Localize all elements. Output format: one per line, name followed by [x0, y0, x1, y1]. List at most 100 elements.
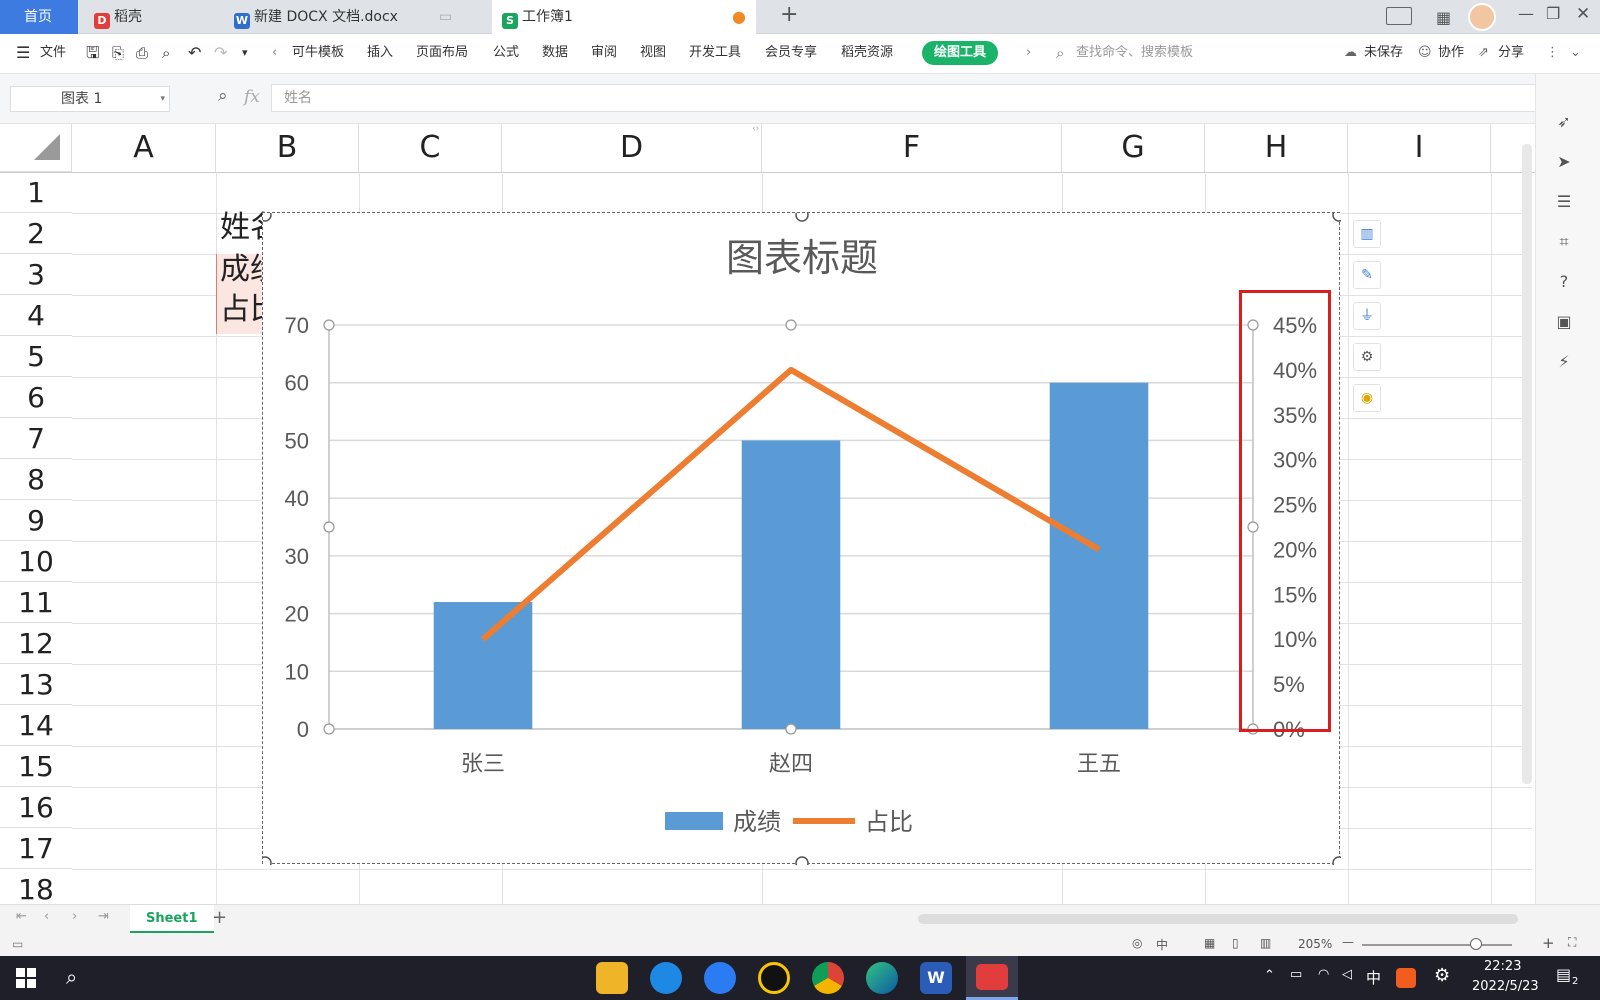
- search-taskbar-icon[interactable]: ⌕: [66, 965, 77, 989]
- chrome-icon[interactable]: [812, 962, 844, 994]
- row-header-1[interactable]: 1: [0, 172, 72, 213]
- menu-item-review[interactable]: 审阅: [591, 34, 617, 72]
- row-header-16[interactable]: 16: [0, 787, 72, 828]
- lightning-icon[interactable]: ⚡: [1552, 350, 1576, 374]
- macro-icon[interactable]: ▭: [12, 937, 23, 951]
- drawing-tools-tab[interactable]: 绘图工具: [922, 41, 999, 65]
- print-icon[interactable]: ⎙: [136, 34, 148, 72]
- redo-icon[interactable]: ↷: [214, 34, 227, 72]
- close-icon[interactable]: ✕: [1576, 4, 1590, 24]
- menu-item-view[interactable]: 视图: [640, 34, 666, 72]
- crop-icon[interactable]: ⌗: [1552, 230, 1576, 254]
- minimize-icon[interactable]: —: [1518, 4, 1534, 23]
- wps-icon[interactable]: [966, 956, 1018, 1000]
- row-header-12[interactable]: 12: [0, 623, 72, 664]
- row-header-7[interactable]: 7: [0, 418, 72, 459]
- row-header-18[interactable]: 18: [0, 869, 72, 904]
- sheet-tab-sheet1[interactable]: Sheet1: [130, 905, 214, 933]
- col-header-g[interactable]: G: [1062, 124, 1205, 172]
- menu-item-template[interactable]: 可牛模板: [292, 34, 344, 72]
- page-view-icon[interactable]: ▯: [1232, 936, 1239, 950]
- row-header-2[interactable]: 2: [0, 213, 72, 254]
- spreadsheet-grid[interactable]: A B C D F G H I ‹› 1 2 3 4 5 6 7 8 9 10 11 12 13 14 15…: [0, 124, 1535, 904]
- volume-icon[interactable]: ◁: [1342, 967, 1352, 982]
- row-header-10[interactable]: 10: [0, 541, 72, 582]
- edge-icon[interactable]: [866, 962, 898, 994]
- row-header-5[interactable]: 5: [0, 336, 72, 377]
- tab-workbook[interactable]: S 工作簿1 ●: [492, 0, 756, 34]
- combo-chart[interactable]: 图表标题0102030405060700%5%10%15%20%25%30%35…: [263, 213, 1341, 865]
- horizontal-scrollbar[interactable]: [918, 914, 1518, 924]
- select-all-corner[interactable]: [0, 124, 72, 172]
- q-browser-icon[interactable]: [704, 962, 736, 994]
- chart-style-brush-icon[interactable]: ✎: [1353, 261, 1381, 289]
- tab-docer[interactable]: D 稻壳: [84, 0, 216, 34]
- collapse-ribbon-icon[interactable]: ⌄: [1570, 34, 1581, 72]
- command-search-input[interactable]: 查找命令、搜索模板: [1076, 34, 1193, 72]
- chart-object[interactable]: 图表标题 0 10 20 30 40 50 60 70 0% 5% 10% 15% 20% 25% 30% 35…: [262, 212, 1341, 865]
- scroll-left-icon[interactable]: ‹: [272, 34, 277, 72]
- cursor-select-icon[interactable]: ➤: [1552, 150, 1576, 174]
- chart-filter-icon[interactable]: ⏚: [1353, 302, 1381, 330]
- more-quick-icon[interactable]: ▾: [242, 34, 248, 72]
- eye-protect-icon[interactable]: ◎: [1132, 936, 1142, 950]
- normal-view-icon[interactable]: ▦: [1204, 936, 1215, 950]
- clock-time[interactable]: 22:23: [1484, 959, 1521, 974]
- zoom-slider-thumb[interactable]: [1470, 938, 1482, 950]
- prev-sheet-icon[interactable]: ‹: [44, 909, 49, 924]
- page-break-view-icon[interactable]: ▥: [1260, 936, 1271, 950]
- formula-input[interactable]: 姓名: [271, 84, 1551, 112]
- menu-item-formula[interactable]: 公式: [493, 34, 519, 72]
- chevron-down-icon[interactable]: ▾: [160, 87, 165, 111]
- zoom-slider[interactable]: [1362, 944, 1512, 946]
- fullscreen-icon[interactable]: ⛶: [1568, 935, 1576, 950]
- input-lang[interactable]: 中: [1366, 967, 1381, 988]
- print-preview-icon[interactable]: ⌕: [162, 34, 170, 72]
- chart-elements-icon[interactable]: ▥: [1353, 220, 1381, 248]
- col-header-b[interactable]: B: [216, 124, 359, 172]
- rocket-icon[interactable]: ➶: [1552, 110, 1576, 134]
- menu-item-page-layout[interactable]: 页面布局: [416, 34, 468, 72]
- col-header-i[interactable]: I: [1348, 124, 1491, 172]
- row-header-9[interactable]: 9: [0, 500, 72, 541]
- file-explorer-icon[interactable]: [596, 962, 628, 994]
- image-tools-icon[interactable]: ▣: [1552, 310, 1576, 334]
- row-header-14[interactable]: 14: [0, 705, 72, 746]
- more-icon[interactable]: ⋮: [1546, 34, 1559, 72]
- col-header-d[interactable]: D: [502, 124, 762, 172]
- browser-e-icon[interactable]: [650, 962, 682, 994]
- scroll-right-icon[interactable]: ›: [1026, 34, 1031, 72]
- help-icon[interactable]: ?: [1552, 270, 1576, 294]
- last-sheet-icon[interactable]: ⇥: [98, 909, 109, 924]
- tab-docx[interactable]: W 新建 DOCX 文档.docx ▭: [224, 0, 490, 34]
- sliders-icon[interactable]: ☰: [1552, 190, 1576, 214]
- menu-item-dev-tools[interactable]: 开发工具: [689, 34, 741, 72]
- row-header-11[interactable]: 11: [0, 582, 72, 623]
- collab-button[interactable]: 协作: [1438, 34, 1464, 72]
- restore-icon[interactable]: ❐: [1546, 4, 1560, 23]
- chart-settings-gear-icon[interactable]: ⚙: [1353, 343, 1381, 371]
- row-header-3[interactable]: 3: [0, 254, 72, 295]
- col-header-c[interactable]: C: [359, 124, 502, 172]
- row-header-8[interactable]: 8: [0, 459, 72, 500]
- zoom-out-icon[interactable]: —: [1342, 935, 1354, 949]
- windows-start-icon[interactable]: [16, 968, 36, 988]
- menu-item-member[interactable]: 会员专享: [765, 34, 817, 72]
- notification-icon[interactable]: ▤: [1556, 965, 1571, 984]
- col-header-h[interactable]: H: [1205, 124, 1348, 172]
- zoom-level[interactable]: 205%: [1298, 937, 1332, 951]
- menu-item-data[interactable]: 数据: [542, 34, 568, 72]
- plus-icon[interactable]: +: [780, 2, 798, 27]
- input-method-icon[interactable]: 中: [1156, 936, 1168, 953]
- export-icon[interactable]: ⎘: [112, 34, 124, 72]
- menu-item-docer-res[interactable]: 稻壳资源: [841, 34, 893, 72]
- settings-gear-icon[interactable]: ⚙: [1434, 965, 1450, 986]
- name-box[interactable]: 图表 1 ▾: [10, 86, 170, 112]
- hamburger-icon[interactable]: ☰: [16, 34, 30, 72]
- avatar[interactable]: [1468, 3, 1496, 31]
- row-header-4[interactable]: 4: [0, 295, 72, 336]
- row-header-13[interactable]: 13: [0, 664, 72, 705]
- zoom-in-icon[interactable]: +: [1542, 934, 1555, 952]
- undo-icon[interactable]: ↶: [188, 34, 201, 72]
- zoom-formula-icon[interactable]: ⌕: [218, 86, 228, 106]
